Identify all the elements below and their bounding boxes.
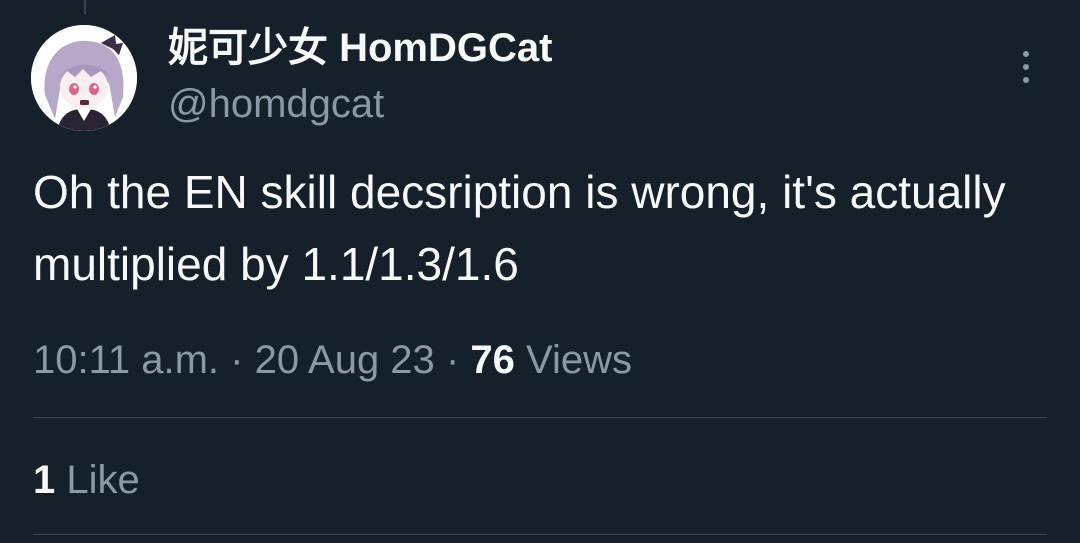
views-label: Views bbox=[526, 338, 632, 382]
divider bbox=[33, 534, 1047, 535]
views-link[interactable]: 76 Views bbox=[470, 338, 632, 382]
author-display-name[interactable]: 妮可少女 HomDGCat bbox=[168, 22, 552, 74]
likes-count: 1 bbox=[33, 458, 56, 502]
meta-separator: · bbox=[230, 338, 244, 382]
likes-link[interactable]: 1 Like bbox=[33, 454, 140, 506]
more-vertical-icon-dot bbox=[1023, 64, 1029, 70]
divider bbox=[33, 417, 1047, 418]
thread-connector-line bbox=[84, 0, 86, 14]
meta-separator: · bbox=[445, 338, 460, 382]
avatar[interactable] bbox=[31, 25, 137, 131]
views-count: 76 bbox=[470, 338, 515, 382]
likes-label: Like bbox=[66, 458, 140, 502]
tweet-metadata: 10:11 a.m. · 20 Aug 23 · 76 Views bbox=[33, 334, 632, 386]
more-options-button[interactable] bbox=[1006, 44, 1046, 90]
tweet-text: Oh the EN skill decsription is wrong, it… bbox=[33, 166, 1006, 290]
more-vertical-icon bbox=[1023, 51, 1029, 57]
more-vertical-icon-dot bbox=[1023, 77, 1029, 83]
tweet-time[interactable]: 10:11 a.m. bbox=[33, 338, 219, 382]
avatar-image bbox=[31, 25, 137, 131]
author-handle[interactable]: @homdgcat bbox=[168, 78, 384, 130]
tweet-date[interactable]: 20 Aug 23 bbox=[255, 338, 435, 382]
